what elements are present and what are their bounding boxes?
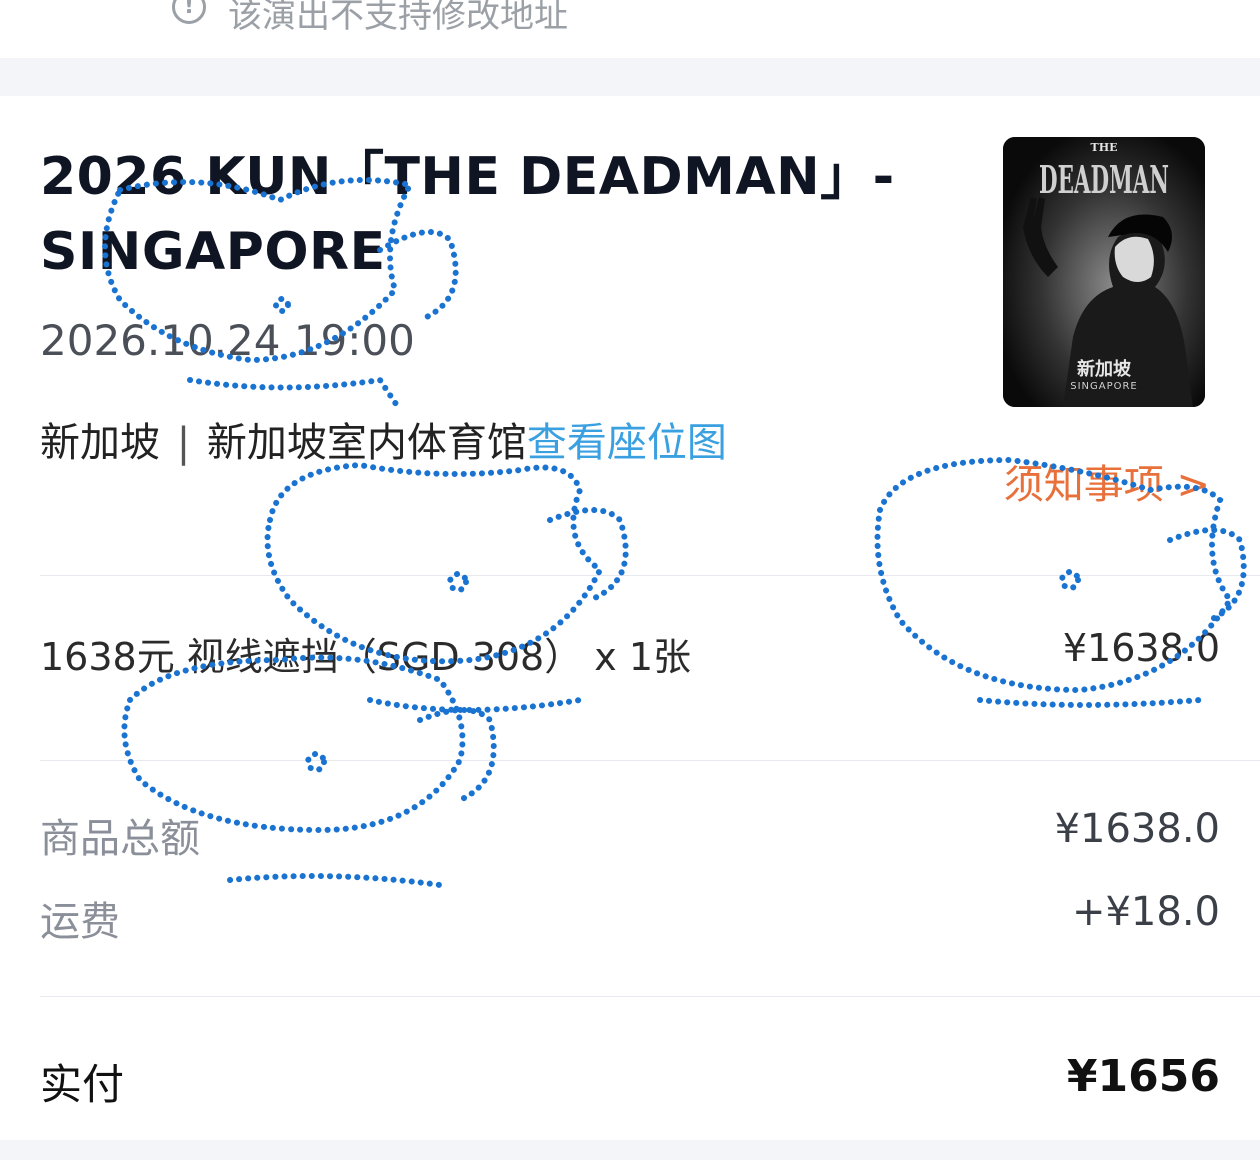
- poster-city-en: SINGAPORE: [1070, 381, 1138, 392]
- purchase-notice-link[interactable]: 须知事项 >: [1004, 452, 1210, 510]
- amount-paid-label: 实付: [40, 1060, 125, 1109]
- amount-paid-value: ¥1656: [1066, 1051, 1220, 1102]
- event-datetime: 2026.10.24 19:00: [40, 316, 415, 365]
- venue-name: 新加坡室内体育馆: [206, 420, 527, 466]
- poster-headline: DEADMAN: [1039, 157, 1169, 202]
- address-notice-text: 该演出不支持修改地址: [228, 0, 568, 36]
- venue-line: 新加坡 | 新加坡室内体育馆查看座位图: [40, 410, 727, 468]
- section-gap: [0, 1140, 1260, 1160]
- poster-city-cn: 新加坡: [1077, 358, 1132, 380]
- section-gap: [0, 58, 1260, 96]
- event-title: 2026 KUN「THE DEADMAN」- SINGAPORE: [40, 147, 895, 282]
- order-card: 2026 KUN「THE DEADMAN」- SINGAPORE 2026.10…: [0, 96, 1260, 1140]
- seat-map-link[interactable]: 查看座位图: [527, 420, 727, 466]
- poster-image: THE DEADMAN 新加坡 SINGAPORE: [1003, 137, 1205, 407]
- divider: [40, 996, 1260, 997]
- divider: [40, 575, 1260, 576]
- poster-top-text: THE: [1091, 141, 1118, 154]
- subtotal-label: 商品总额: [40, 816, 200, 862]
- info-circle-icon: !: [172, 0, 206, 24]
- ticket-description: 1638元 视线遮挡（SGD 308） x 1张: [40, 635, 692, 679]
- divider: [40, 760, 1260, 761]
- subtotal-value: ¥1638.0: [1054, 806, 1220, 852]
- venue-separator: |: [176, 420, 191, 466]
- venue-city: 新加坡: [40, 420, 160, 466]
- ticket-price: ¥1638.0: [1062, 626, 1220, 670]
- event-poster[interactable]: THE DEADMAN 新加坡 SINGAPORE: [1003, 137, 1205, 407]
- address-notice: ! 该演出不支持修改地址: [0, 0, 1260, 58]
- shipping-value: +¥18.0: [1071, 889, 1220, 935]
- shipping-label: 运费: [40, 899, 120, 945]
